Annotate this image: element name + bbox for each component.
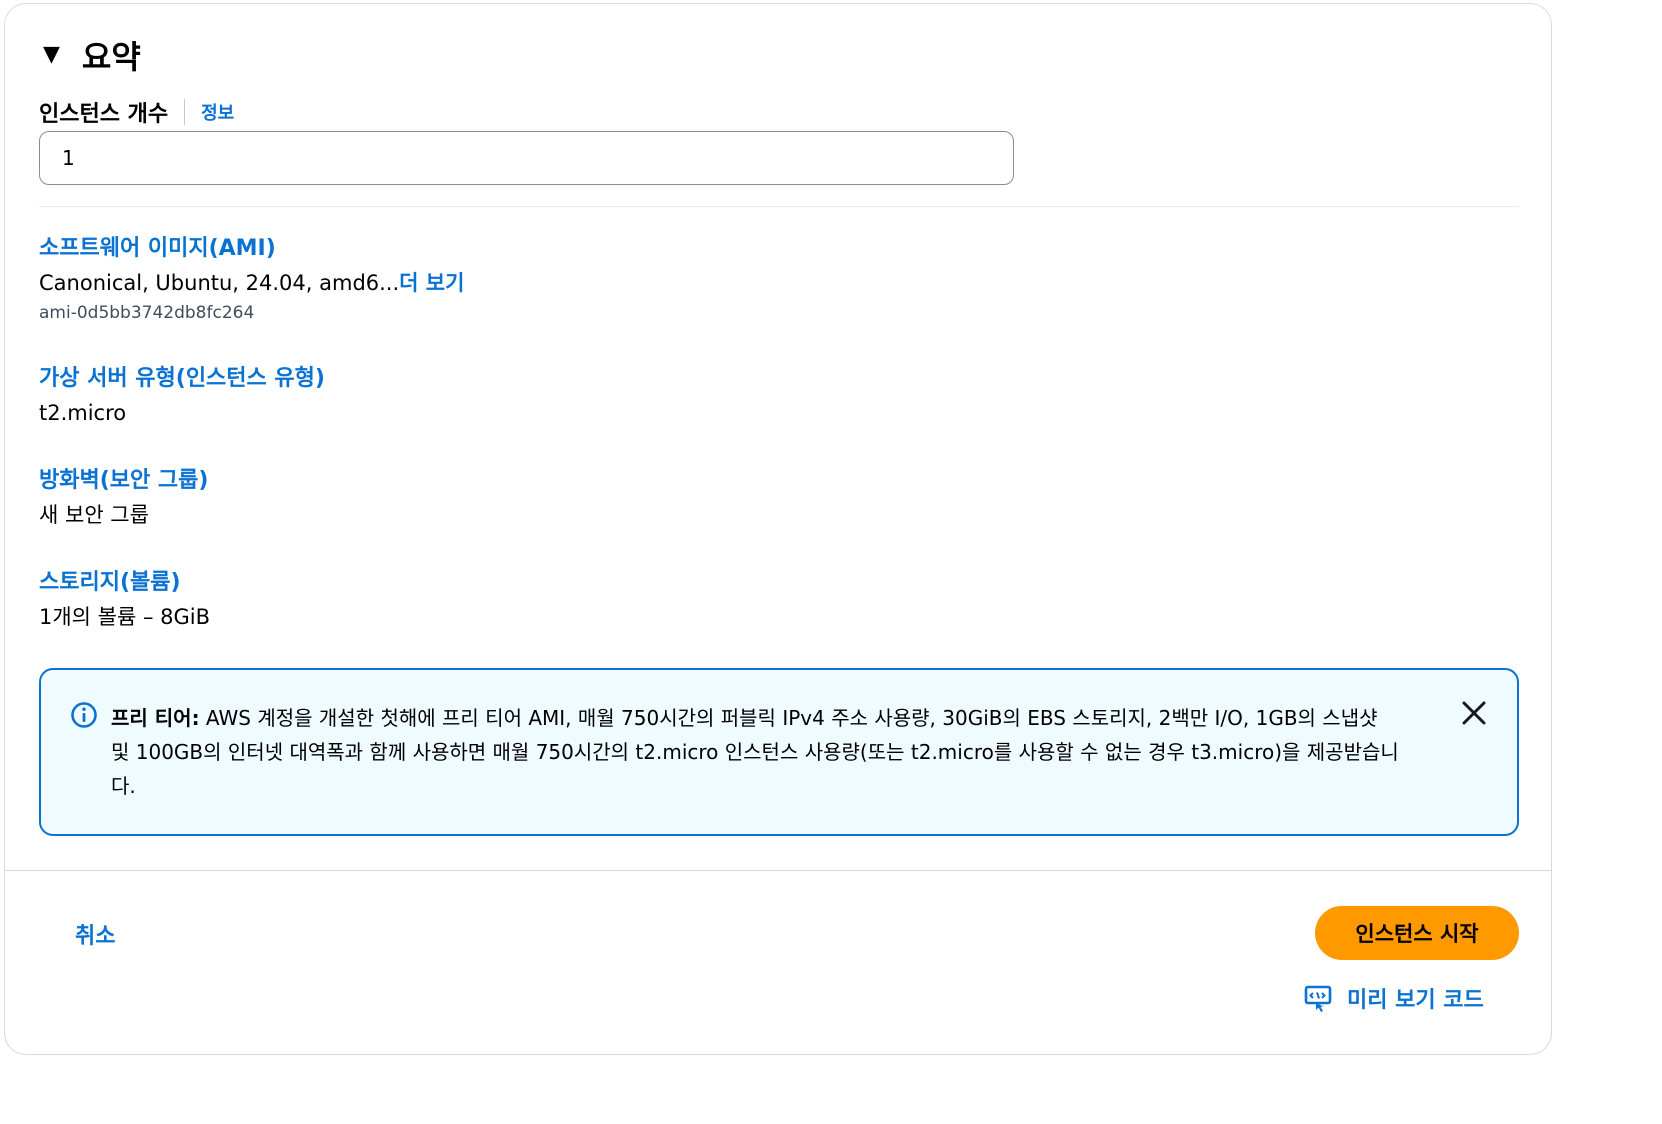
free-tier-alert: 프리 티어: AWS 계정을 개설한 첫해에 프리 티어 AMI, 매월 750…	[39, 668, 1519, 836]
free-tier-description: AWS 계정을 개설한 첫해에 프리 티어 AMI, 매월 750시간의 퍼블릭…	[111, 706, 1399, 798]
preview-code-link[interactable]: 미리 보기 코드	[1303, 982, 1484, 1014]
instance-count-label-row: 인스턴스 개수 정보	[39, 96, 234, 128]
info-icon	[71, 702, 97, 728]
instance-type-link[interactable]: 가상 서버 유형(인스턴스 유형)	[39, 364, 325, 394]
cancel-button[interactable]: 취소	[75, 918, 115, 950]
caret-down-icon[interactable]: ▼	[43, 44, 60, 66]
show-more-link[interactable]: 더 보기	[399, 271, 464, 295]
storage-section: 스토리지(볼륨) 1개의 볼륨 – 8GiB	[39, 568, 210, 632]
summary-title: 요약	[81, 38, 141, 76]
summary-panel: ▼ 요약 인스턴스 개수 정보 소프트웨어 이미지(AMI) Canonical…	[4, 3, 1552, 1055]
storage-value: 1개의 볼륨 – 8GiB	[39, 605, 211, 629]
code-preview-icon	[1304, 985, 1332, 1012]
footer-divider	[5, 870, 1551, 871]
label-divider	[184, 99, 186, 125]
info-link[interactable]: 정보	[201, 99, 234, 125]
summary-header[interactable]: ▼ 요약	[43, 32, 141, 78]
software-image-link[interactable]: 소프트웨어 이미지(AMI)	[39, 234, 464, 264]
free-tier-label: 프리 티어:	[111, 706, 200, 730]
section-divider	[39, 206, 1519, 207]
preview-code-label: 미리 보기 코드	[1347, 988, 1484, 1013]
instance-type-section: 가상 서버 유형(인스턴스 유형) t2.micro	[39, 364, 325, 428]
software-image-name: Canonical, Ubuntu, 24.04, amd6...	[39, 271, 400, 295]
firewall-value: 새 보안 그룹	[39, 503, 149, 527]
close-icon[interactable]	[1459, 698, 1489, 728]
firewall-link[interactable]: 방화벽(보안 그룹)	[39, 466, 208, 496]
ami-id: ami-0d5bb3742db8fc264	[39, 303, 255, 323]
instance-count-input[interactable]	[39, 131, 1014, 185]
software-image-section: 소프트웨어 이미지(AMI) Canonical, Ubuntu, 24.04,…	[39, 234, 464, 326]
firewall-section: 방화벽(보안 그룹) 새 보안 그룹	[39, 466, 208, 530]
software-image-value: Canonical, Ubuntu, 24.04, amd6...더 보기	[39, 268, 464, 298]
instance-type-value: t2.micro	[39, 401, 127, 425]
launch-instance-button[interactable]: 인스턴스 시작	[1315, 906, 1519, 960]
free-tier-alert-text: 프리 티어: AWS 계정을 개설한 첫해에 프리 티어 AMI, 매월 750…	[111, 701, 1401, 803]
storage-link[interactable]: 스토리지(볼륨)	[39, 568, 210, 598]
instance-count-label: 인스턴스 개수	[39, 102, 169, 127]
